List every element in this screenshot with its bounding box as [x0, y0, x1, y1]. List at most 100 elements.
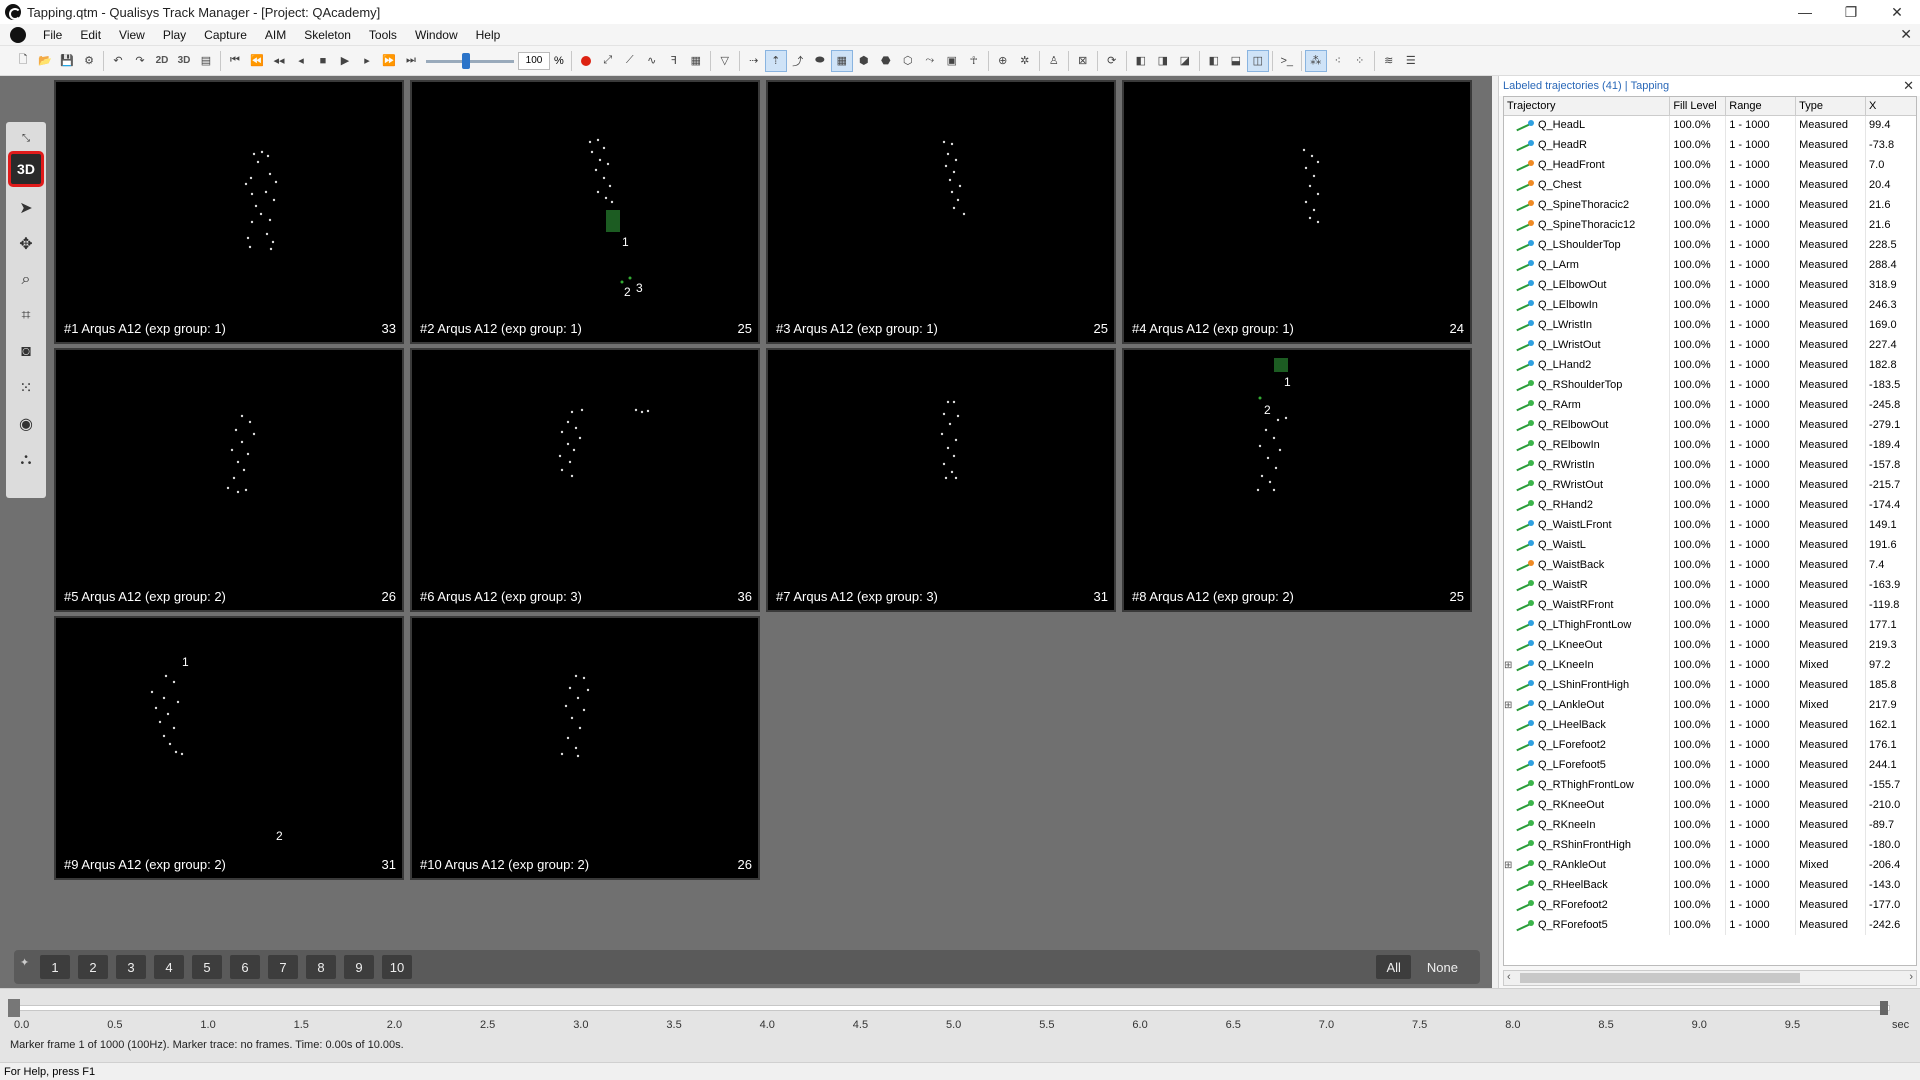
camera-toggle-7[interactable]: 7 — [268, 955, 298, 979]
camera-view-4[interactable]: #4 Arqus A12 (exp group: 1) 24 — [1122, 80, 1472, 344]
trajectory-name-cell[interactable]: Q_WaistBack — [1504, 555, 1671, 575]
trajectory-row[interactable]: Q_SpineThoracic12 100.0% 1 - 1000 Measured 2… — [1504, 215, 1916, 235]
trajectory-name-cell[interactable]: Q_LWristIn — [1504, 315, 1671, 335]
camera-toggle-6[interactable]: 6 — [230, 955, 260, 979]
panel-right-icon[interactable]: ◫ — [1246, 49, 1269, 72]
trajectory-name-cell[interactable]: ⊞ Q_LKneeIn — [1504, 655, 1671, 675]
trajectory-row[interactable]: Q_RHand2 100.0% 1 - 1000 Measured -174.4 — [1504, 495, 1916, 515]
timeline-track[interactable] — [14, 1005, 1890, 1011]
column-header-range[interactable]: Range — [1725, 97, 1797, 116]
view-3d-button[interactable]: 3D — [173, 50, 195, 72]
trajectory-row[interactable]: ⊞ Q_LAnkleOut 100.0% 1 - 1000 Mixed 217.9 — [1504, 695, 1916, 715]
menu-play[interactable]: Play — [154, 26, 195, 44]
trajectory-row[interactable]: Q_HeadFront 100.0% 1 - 1000 Measured 7.0 — [1504, 155, 1916, 175]
menu-capture[interactable]: Capture — [195, 26, 256, 44]
minimize-button[interactable]: — — [1782, 0, 1828, 24]
menu-view[interactable]: View — [110, 26, 154, 44]
menu-edit[interactable]: Edit — [71, 26, 110, 44]
play-icon[interactable]: ▶ — [334, 50, 356, 72]
column-header-type[interactable]: Type — [1795, 97, 1867, 116]
menu-aim[interactable]: AIM — [256, 26, 295, 44]
trajectory-name-cell[interactable]: Q_LKneeOut — [1504, 635, 1671, 655]
force-plate-icon[interactable]: ⤳ — [919, 50, 941, 72]
redo-icon[interactable]: ↷ — [129, 50, 151, 72]
step-forward-fast-icon[interactable]: ⏩ — [378, 50, 400, 72]
trajectory-row[interactable]: Q_LShinFrontHigh 100.0% 1 - 1000 Measured 18… — [1504, 675, 1916, 695]
fill-gap-icon[interactable]: ⤢ — [597, 50, 619, 72]
trajectory-name-cell[interactable]: Q_RForefoot5 — [1504, 915, 1671, 935]
camera-icon[interactable]: ◙ — [11, 337, 41, 367]
playback-speed-slider[interactable] — [426, 50, 514, 72]
trajectory-name-cell[interactable]: Q_WaistR — [1504, 575, 1671, 595]
trajectory-name-cell[interactable]: Q_RShinFrontHigh — [1504, 835, 1671, 855]
plot-icon[interactable]: ≋ — [1378, 50, 1400, 72]
scrollbar-thumb[interactable] — [1520, 973, 1800, 983]
trajectory-row[interactable]: Q_WaistRFront 100.0% 1 - 1000 Measured -119.… — [1504, 595, 1916, 615]
refresh-icon[interactable]: ⟳ — [1101, 50, 1123, 72]
bone-tool-icon[interactable]: ⤴ — [787, 50, 809, 72]
stop-icon[interactable]: ■ — [312, 50, 334, 72]
cube-icon[interactable]: ⬢ — [853, 50, 875, 72]
trajectory-row[interactable]: Q_RKneeOut 100.0% 1 - 1000 Measured -210.0 — [1504, 795, 1916, 815]
trajectory-name-cell[interactable]: Q_RShoulderTop — [1504, 375, 1671, 395]
undo-icon[interactable]: ↶ — [107, 50, 129, 72]
trajectory-name-cell[interactable]: Q_RHand2 — [1504, 495, 1671, 515]
timeline-start-handle[interactable] — [8, 999, 20, 1017]
column-header-x[interactable]: X — [1865, 97, 1916, 116]
close-document-icon[interactable]: ✕ — [1900, 26, 1912, 43]
marker-trace-icon[interactable]: ⇡ — [764, 49, 787, 72]
trajectory-name-cell[interactable]: Q_HeadR — [1504, 135, 1671, 155]
trajectory-name-cell[interactable]: Q_LForefoot5 — [1504, 755, 1671, 775]
new-file-icon[interactable]: 🗋 — [12, 50, 34, 72]
window-layout-2-icon[interactable]: ◨ — [1152, 50, 1174, 72]
save-icon[interactable]: 💾 — [56, 50, 78, 72]
slider-thumb[interactable] — [462, 52, 470, 69]
timeline-end-handle[interactable] — [1880, 1001, 1888, 1015]
data-table-icon[interactable]: ☰ — [1400, 50, 1422, 72]
trajectory-row[interactable]: Q_RForefoot2 100.0% 1 - 1000 Measured -177.0 — [1504, 895, 1916, 915]
trajectory-row[interactable]: Q_LHand2 100.0% 1 - 1000 Measured 182.8 — [1504, 355, 1916, 375]
pin-icon[interactable]: ✦ — [20, 956, 29, 969]
trajectory-name-cell[interactable]: Q_WaistL — [1504, 535, 1671, 555]
document-menu-icon[interactable] — [10, 26, 26, 43]
sphere-icon[interactable]: ⬣ — [875, 50, 897, 72]
trajectory-name-cell[interactable]: Q_RForefoot2 — [1504, 895, 1671, 915]
trajectory-row[interactable]: Q_Chest 100.0% 1 - 1000 Measured 20.4 — [1504, 175, 1916, 195]
trajectory-row[interactable]: Q_RElbowIn 100.0% 1 - 1000 Measured -189.4 — [1504, 435, 1916, 455]
terminal-icon[interactable]: >_ — [1276, 50, 1298, 72]
go-to-end-icon[interactable]: ⏭ — [400, 50, 422, 72]
camera-toggle-3[interactable]: 3 — [116, 955, 146, 979]
trajectory-name-cell[interactable]: Q_LWristOut — [1504, 335, 1671, 355]
trajectory-name-cell[interactable]: Q_LForefoot2 — [1504, 735, 1671, 755]
trajectory-row[interactable]: Q_RHeelBack 100.0% 1 - 1000 Measured -143.0 — [1504, 875, 1916, 895]
trajectory-row[interactable]: Q_RShoulderTop 100.0% 1 - 1000 Measured -183… — [1504, 375, 1916, 395]
close-panel-icon[interactable]: ✕ — [1903, 78, 1914, 94]
trajectory-name-cell[interactable]: ⊞ Q_RAnkleOut — [1504, 855, 1671, 875]
trajectory-row[interactable]: Q_LElbowOut 100.0% 1 - 1000 Measured 318.9 — [1504, 275, 1916, 295]
image-icon[interactable]: ⊠ — [1072, 50, 1094, 72]
camera-view-3[interactable]: #3 Arqus A12 (exp group: 1) 25 — [766, 80, 1116, 344]
trajectory-row[interactable]: Q_HeadL 100.0% 1 - 1000 Measured 99.4 — [1504, 115, 1916, 135]
mask-icon[interactable]: ⁙ — [11, 373, 41, 403]
circle-tool-icon[interactable]: ◉ — [11, 409, 41, 439]
trajectory-row[interactable]: Q_LKneeOut 100.0% 1 - 1000 Measured 219.3 — [1504, 635, 1916, 655]
open-file-icon[interactable]: 📂 — [34, 50, 56, 72]
window-layout-3-icon[interactable]: ◪ — [1174, 50, 1196, 72]
trajectory-name-cell[interactable]: Q_HeadFront — [1504, 155, 1671, 175]
camera-view-5[interactable]: #5 Arqus A12 (exp group: 2) 26 — [54, 348, 404, 612]
trajectory-name-cell[interactable]: Q_SpineThoracic2 — [1504, 195, 1671, 215]
menu-file[interactable]: File — [34, 26, 71, 44]
trajectory-name-cell[interactable]: Q_SpineThoracic12 — [1504, 215, 1671, 235]
discarded-trajectories-icon[interactable]: ⁘ — [1349, 50, 1371, 72]
trajectory-name-cell[interactable]: Q_LShoulderTop — [1504, 235, 1671, 255]
labeled-trajectories-icon[interactable]: ⁂ — [1304, 49, 1327, 72]
camera-view-icon[interactable]: ▣ — [941, 50, 963, 72]
trajectory-name-cell[interactable]: Q_RHeelBack — [1504, 875, 1671, 895]
trajectory-row[interactable]: ⊞ Q_LKneeIn 100.0% 1 - 1000 Mixed 97.2 — [1504, 655, 1916, 675]
trajectory-name-cell[interactable]: Q_LShinFrontHigh — [1504, 675, 1671, 695]
trajectory-row[interactable]: Q_LShoulderTop 100.0% 1 - 1000 Measured 228.… — [1504, 235, 1916, 255]
close-button[interactable]: ✕ — [1874, 0, 1920, 24]
column-header-trajectory[interactable]: Trajectory — [1504, 97, 1671, 116]
horizontal-scrollbar[interactable]: ‹ › — [1503, 970, 1917, 986]
trajectory-row[interactable]: Q_WaistL 100.0% 1 - 1000 Measured 191.6 — [1504, 535, 1916, 555]
